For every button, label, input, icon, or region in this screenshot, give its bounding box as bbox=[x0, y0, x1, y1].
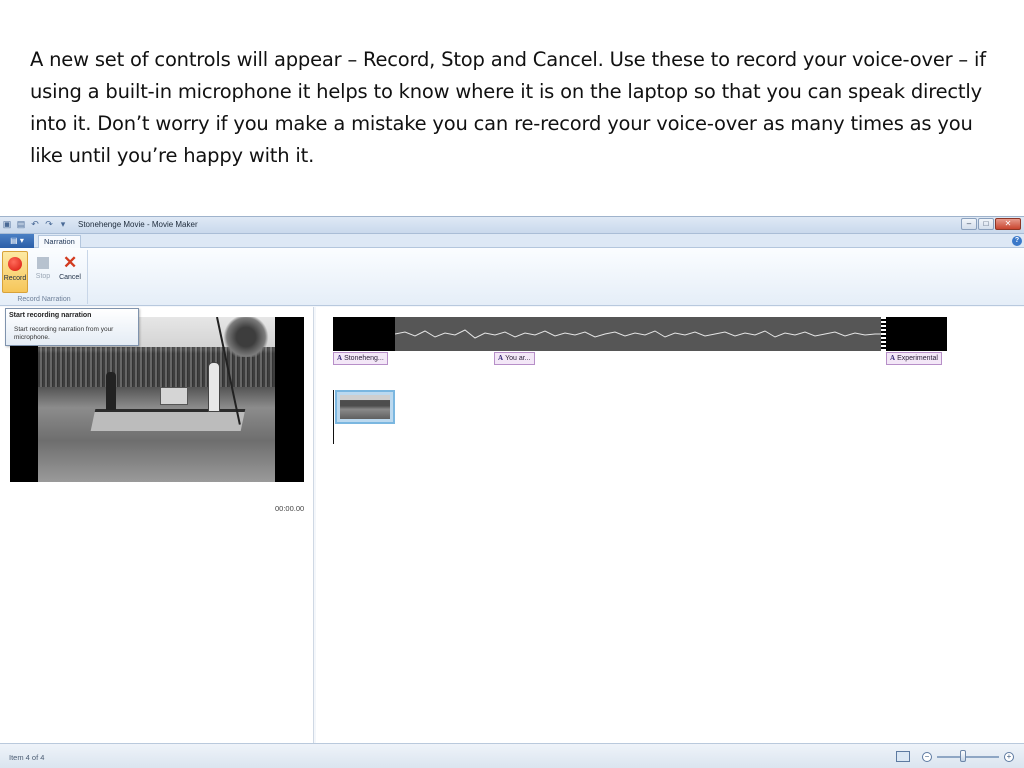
window-controls: – □ ✕ bbox=[961, 218, 1021, 230]
zoom-slider-thumb[interactable] bbox=[960, 750, 966, 762]
audio-end-edge bbox=[881, 317, 886, 351]
caption-text-icon: A bbox=[890, 354, 896, 362]
stop-button[interactable]: Stop bbox=[30, 251, 56, 293]
tab-narration[interactable]: Narration bbox=[38, 235, 81, 248]
caption-text-icon: A bbox=[498, 354, 504, 362]
tooltip-title: Start recording narration bbox=[9, 312, 92, 319]
stop-label: Stop bbox=[35, 273, 51, 280]
app-icon: ▣ bbox=[2, 219, 12, 229]
slide-instructions: A new set of controls will appear – Reco… bbox=[30, 48, 986, 167]
tooltip-body: Start recording narration from your micr… bbox=[14, 326, 114, 341]
record-label: Record bbox=[3, 275, 27, 282]
caption-you-are[interactable]: A You ar... bbox=[494, 352, 535, 365]
group-label: Record Narration bbox=[17, 296, 71, 303]
zoom-in-icon[interactable]: + bbox=[1004, 752, 1014, 762]
audio-waveform bbox=[395, 317, 882, 351]
storyboard-view-icon[interactable] bbox=[896, 751, 910, 762]
preview-pane: 00:00.00 bbox=[0, 307, 314, 743]
status-bar: Item 4 of 4 − + bbox=[0, 743, 1024, 768]
customize-qat-icon[interactable]: ▾ bbox=[58, 219, 68, 230]
file-menu-button[interactable]: ▤ ▾ bbox=[0, 234, 34, 248]
item-count: Item 4 of 4 bbox=[9, 753, 45, 762]
caption-stonehenge[interactable]: A Stoneheng... bbox=[333, 352, 388, 365]
save-icon[interactable]: ▤ bbox=[16, 219, 26, 230]
quick-access-toolbar: ▣ ▤ ↶ ↷ ▾ bbox=[2, 219, 68, 230]
window-title: Stonehenge Movie - Movie Maker bbox=[78, 220, 198, 229]
video-clip-thumbnail[interactable] bbox=[335, 390, 395, 424]
cancel-label: Cancel bbox=[59, 274, 81, 281]
zoom-out-icon[interactable]: − bbox=[922, 752, 932, 762]
caption-experimental[interactable]: A Experimental bbox=[886, 352, 942, 365]
cancel-icon: ✕ bbox=[63, 253, 78, 272]
playhead[interactable] bbox=[333, 390, 334, 444]
record-button[interactable]: Record bbox=[2, 251, 28, 293]
close-icon[interactable]: ✕ bbox=[995, 218, 1021, 230]
stop-icon bbox=[37, 257, 49, 269]
zoom-slider-track[interactable] bbox=[937, 756, 999, 758]
movie-maker-window: ▣ ▤ ↶ ↷ ▾ Stonehenge Movie - Movie Maker… bbox=[0, 216, 1024, 768]
ribbon: Record Stop ✕ Cancel Record Narration bbox=[0, 248, 1024, 306]
record-tooltip: Start recording narration Start recordin… bbox=[5, 308, 139, 346]
record-narration-group: Record Stop ✕ Cancel Record Narration bbox=[2, 250, 88, 304]
preview-timecode: 00:00.00 bbox=[275, 504, 305, 513]
record-icon bbox=[8, 257, 22, 271]
undo-icon[interactable]: ↶ bbox=[30, 219, 40, 230]
caption-text-icon: A bbox=[337, 354, 343, 362]
storyboard-pane: A Stoneheng... A You ar... A Experimental bbox=[316, 307, 1024, 743]
cancel-button[interactable]: ✕ Cancel bbox=[57, 251, 83, 293]
help-icon[interactable]: ? bbox=[1012, 236, 1022, 246]
title-bar: ▣ ▤ ↶ ↷ ▾ Stonehenge Movie - Movie Maker… bbox=[0, 217, 1024, 234]
narration-audio-track[interactable] bbox=[333, 317, 947, 351]
minimize-icon[interactable]: – bbox=[961, 218, 977, 230]
ribbon-tab-row: ▤ ▾ Narration ? bbox=[0, 234, 1024, 248]
redo-icon[interactable]: ↷ bbox=[44, 219, 54, 230]
maximize-icon[interactable]: □ bbox=[978, 218, 994, 230]
clip-image bbox=[340, 395, 390, 419]
